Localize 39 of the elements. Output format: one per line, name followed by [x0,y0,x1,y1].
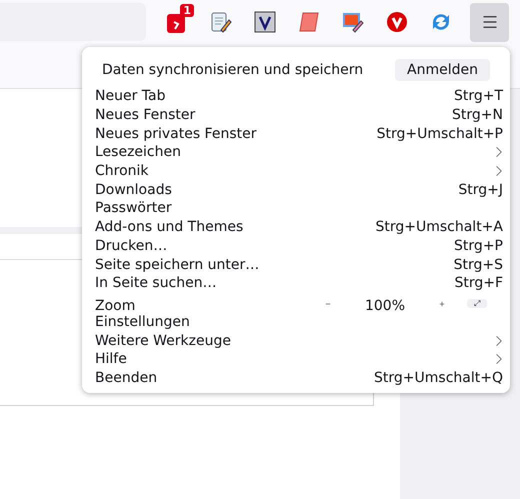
menu-item[interactable]: Weitere Werkzeuge [95,332,231,350]
v-circle-icon [386,11,408,33]
menu-button[interactable] [470,2,509,42]
paint-picture-icon [341,10,365,34]
fullscreen-button[interactable]: ⤢ [467,299,487,308]
menu-item[interactable]: In Seite suchen… [95,274,217,292]
notification-badge: 1 [180,4,194,17]
menu-item[interactable]: Beenden [95,368,158,387]
shortcut-text: Strg+T [454,87,503,106]
menu-item[interactable]: Passwörter [95,199,172,218]
shortcut-text: Strg+F [454,274,503,292]
shortcut-text: Strg+S [454,256,503,274]
menu-icon [480,13,498,31]
menu-item[interactable]: Downloads [95,180,172,199]
shortcut-text: Strg+Umschalt+A [375,218,503,236]
scroll-pencil-icon [209,10,233,34]
sign-in-button[interactable]: Anmelden [395,59,490,81]
menu-item[interactable]: Hilfe [95,350,127,368]
shortcut-text: Strg+J [458,180,503,199]
zoom-in-button[interactable]: + [435,298,449,309]
shortcut-text: Strg+P [454,236,503,255]
shortcut-text: Strg+Umschalt+Q [374,368,503,387]
shortcut-text: Strg+N [452,106,503,124]
v-letter-icon [254,11,276,33]
menu-item[interactable]: Lesezeichen [95,143,181,162]
menu-item[interactable]: Drucken… [95,236,168,255]
sync-heading: Daten synchronisieren und speichern [102,62,364,78]
shortcut-text: Strg+Umschalt+P [376,124,503,143]
zoom-out-button[interactable]: − [321,298,335,309]
menu-item[interactable]: Chronik [95,162,149,180]
zoom-label: Zoom [95,296,136,315]
menu-item[interactable]: Neues Fenster [95,106,196,124]
menu-item[interactable]: Seite speichern unter… [95,256,260,274]
scroll-icon [297,10,321,34]
menu-item[interactable]: Add-ons und Themes [95,218,244,236]
menu-item[interactable]: Neuer Tab [95,87,166,106]
menu-item[interactable]: Neues privates Fenster [95,124,256,143]
menu-item[interactable]: Einstellungen [95,312,190,331]
zoom-value[interactable]: 100% [335,296,435,315]
